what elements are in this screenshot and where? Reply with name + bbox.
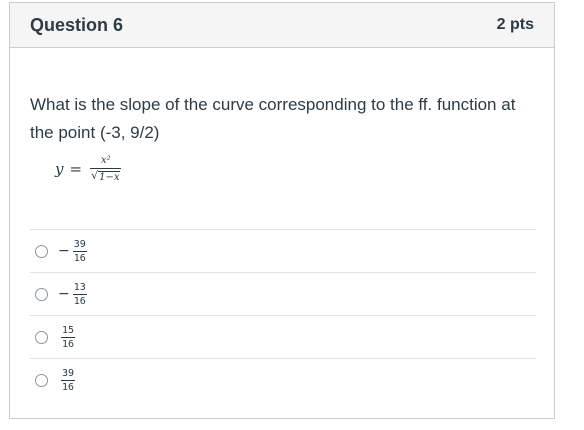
answer-option-1[interactable]: − 39 16 [30, 229, 536, 272]
function-formula: y = x² √ 1−x [55, 155, 122, 183]
answer-denominator: 16 [62, 381, 75, 393]
formula-radicand: 1−x [98, 171, 121, 183]
formula-fraction: x² √ 1−x [90, 155, 122, 183]
answer-fraction: 15 16 [61, 324, 76, 350]
answer-numerator: 13 [73, 281, 86, 293]
formula-numerator: x² [100, 155, 111, 166]
answer-denominator: 16 [62, 338, 75, 350]
radio-button[interactable] [35, 330, 48, 344]
answer-option-2[interactable]: − 13 16 [30, 272, 536, 315]
question-header: Question 6 2 pts [10, 3, 554, 48]
answer-fraction: 39 16 [72, 238, 87, 264]
answer-numerator: 39 [73, 238, 86, 250]
answer-option-3[interactable]: 15 16 [30, 315, 536, 358]
formula-lhs: y [55, 160, 64, 178]
radio-button[interactable] [35, 244, 48, 258]
fraction-bar [72, 293, 87, 295]
answer-value: − 13 16 [58, 282, 87, 307]
answer-sign: − [58, 286, 70, 302]
answer-denominator: 16 [73, 295, 86, 307]
fraction-bar [61, 379, 76, 381]
question-points: 2 pts [496, 16, 534, 33]
question-title: Question 6 [30, 14, 124, 35]
radical-sign: √ [91, 169, 99, 182]
fraction-bar [72, 250, 87, 252]
formula-denominator: √ 1−x [90, 170, 121, 183]
answer-value: − 39 16 [58, 239, 87, 264]
answer-numerator: 39 [62, 367, 75, 379]
answer-option-4[interactable]: 39 16 [30, 358, 536, 401]
formula-equals: = [69, 160, 83, 178]
answer-fraction: 39 16 [61, 367, 76, 393]
answer-value: 39 16 [58, 367, 76, 393]
radio-button[interactable] [35, 373, 48, 387]
question-prompt: What is the slope of the curve correspon… [30, 95, 516, 142]
answer-sign: − [58, 243, 70, 259]
answer-denominator: 16 [73, 252, 86, 264]
answer-fraction: 13 16 [72, 281, 87, 307]
answer-value: 15 16 [58, 324, 76, 350]
answer-list: − 39 16 − 13 16 15 16 39 16 [30, 229, 536, 401]
answer-numerator: 15 [62, 324, 75, 336]
question-card: Question 6 2 pts What is the slope of th… [9, 2, 555, 419]
radio-button[interactable] [35, 287, 48, 301]
fraction-bar [61, 336, 76, 338]
